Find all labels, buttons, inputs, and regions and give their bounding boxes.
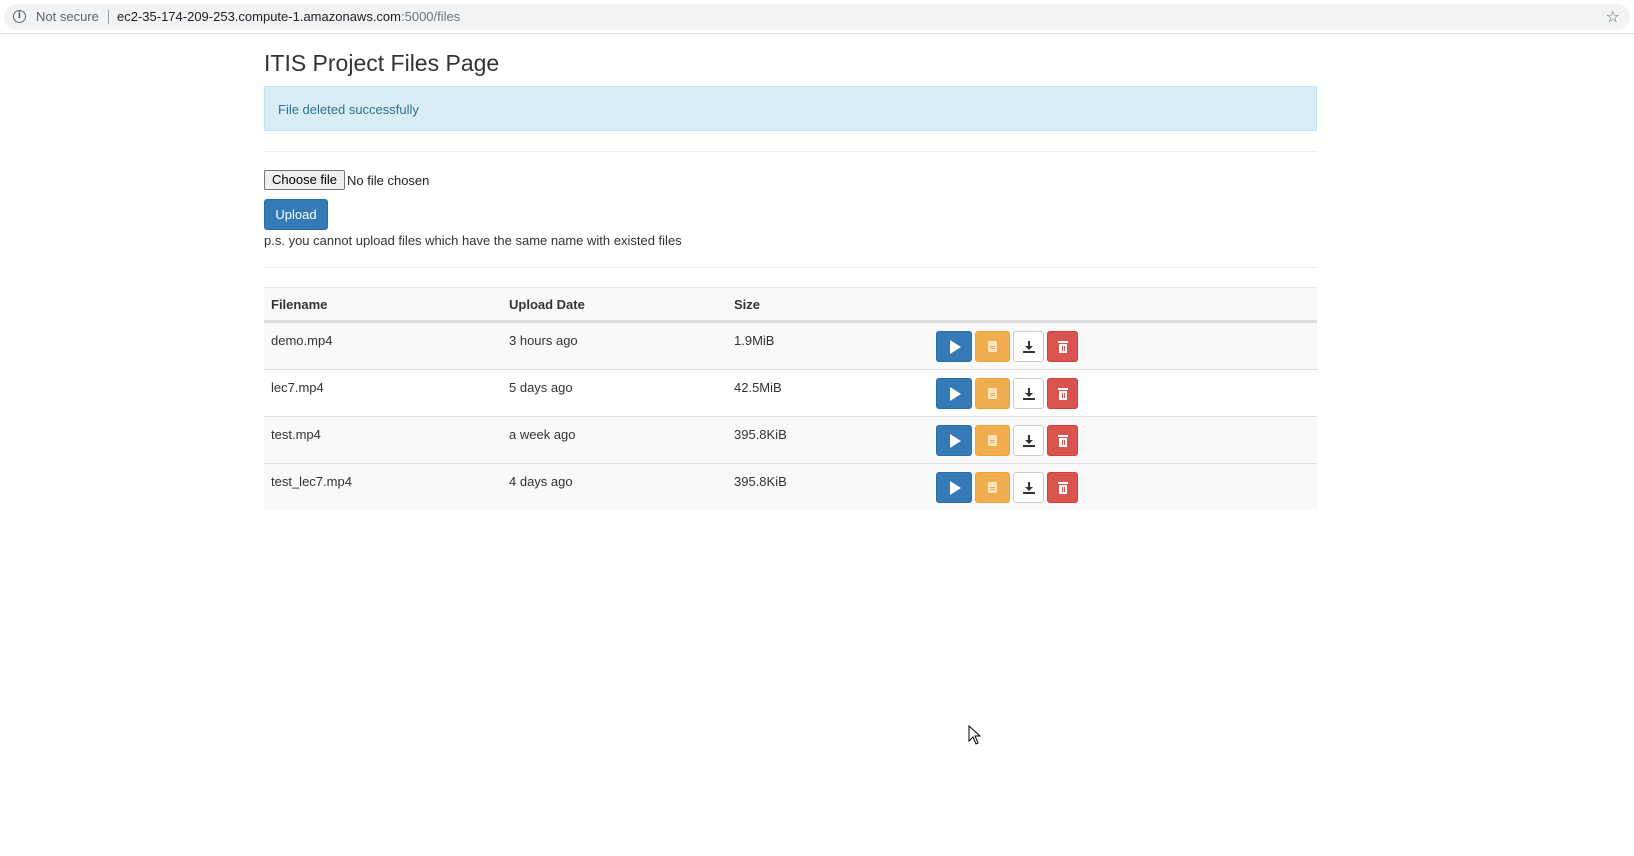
upload-button[interactable]: Upload [264,199,328,230]
delete-button[interactable] [1047,378,1078,409]
trash-icon [1057,387,1068,400]
files-table: Filename Upload Date Size demo.mp4 3 hou… [264,287,1317,510]
delete-button[interactable] [1047,331,1078,362]
omnibox[interactable]: i Not secure ec2-35-174-209-253.compute-… [4,4,1630,30]
details-button[interactable] [975,378,1010,409]
table-header: Filename Upload Date Size [264,287,1317,322]
browser-address-bar: i Not secure ec2-35-174-209-253.compute-… [0,0,1634,34]
download-button[interactable] [1013,425,1044,456]
info-icon[interactable]: i [13,10,26,23]
header-filename: Filename [271,297,328,312]
url-text[interactable]: ec2-35-174-209-253.compute-1.amazonaws.c… [117,9,460,24]
alert-message: File deleted successfully [278,102,419,117]
trash-icon [1057,481,1068,494]
delete-button[interactable] [1047,425,1078,456]
security-label[interactable]: Not secure [36,9,99,24]
play-button[interactable] [936,425,972,456]
play-button[interactable] [936,472,972,503]
cell-size: 42.5MiB [734,380,782,395]
header-upload-date: Upload Date [509,297,585,312]
cell-upload-date: a week ago [509,427,576,442]
file-icon [988,388,997,399]
play-icon [950,386,961,401]
cell-filename: test_lec7.mp4 [271,474,352,489]
choose-file-button[interactable]: Choose file [264,170,346,190]
download-button[interactable] [1013,472,1044,503]
play-button[interactable] [936,331,972,362]
success-alert: File deleted successfully [264,86,1317,131]
download-icon [1022,340,1035,353]
file-status-text: No file chosen [347,173,430,188]
cell-size: 1.9MiB [734,333,775,348]
cell-upload-date: 3 hours ago [509,333,578,348]
divider [264,151,1317,152]
table-row: test.mp4 a week ago 395.8KiB [264,416,1317,463]
details-button[interactable] [975,472,1010,503]
page-title: ITIS Project Files Page [264,50,500,76]
play-icon [950,433,961,448]
details-button[interactable] [975,331,1010,362]
bookmark-star-icon[interactable]: ☆ [1606,7,1620,27]
download-icon [1022,481,1035,494]
details-button[interactable] [975,425,1010,456]
cell-upload-date: 4 days ago [509,474,573,489]
play-icon [950,339,961,354]
file-icon [988,435,997,446]
table-row: lec7.mp4 5 days ago 42.5MiB [264,369,1317,416]
cell-filename: test.mp4 [271,427,321,442]
upload-note: p.s. you cannot upload files which have … [264,233,682,248]
download-button[interactable] [1013,331,1044,362]
address-separator [108,10,109,24]
download-icon [1022,434,1035,447]
trash-icon [1057,340,1068,353]
cell-size: 395.8KiB [734,427,787,442]
mouse-cursor-icon [968,725,982,745]
cell-filename: lec7.mp4 [271,380,324,395]
cell-filename: demo.mp4 [271,333,333,348]
download-button[interactable] [1013,378,1044,409]
cell-size: 395.8KiB [734,474,787,489]
delete-button[interactable] [1047,472,1078,503]
download-icon [1022,387,1035,400]
url-path: :5000/files [401,9,461,24]
trash-icon [1057,434,1068,447]
cell-upload-date: 5 days ago [509,380,573,395]
divider [264,267,1317,268]
file-icon [988,341,997,352]
url-host: ec2-35-174-209-253.compute-1.amazonaws.c… [117,9,401,24]
table-row: test_lec7.mp4 4 days ago 395.8KiB [264,463,1317,510]
play-icon [950,480,961,495]
play-button[interactable] [936,378,972,409]
header-size: Size [734,297,761,312]
table-row: demo.mp4 3 hours ago 1.9MiB [264,322,1317,369]
file-icon [988,482,997,493]
